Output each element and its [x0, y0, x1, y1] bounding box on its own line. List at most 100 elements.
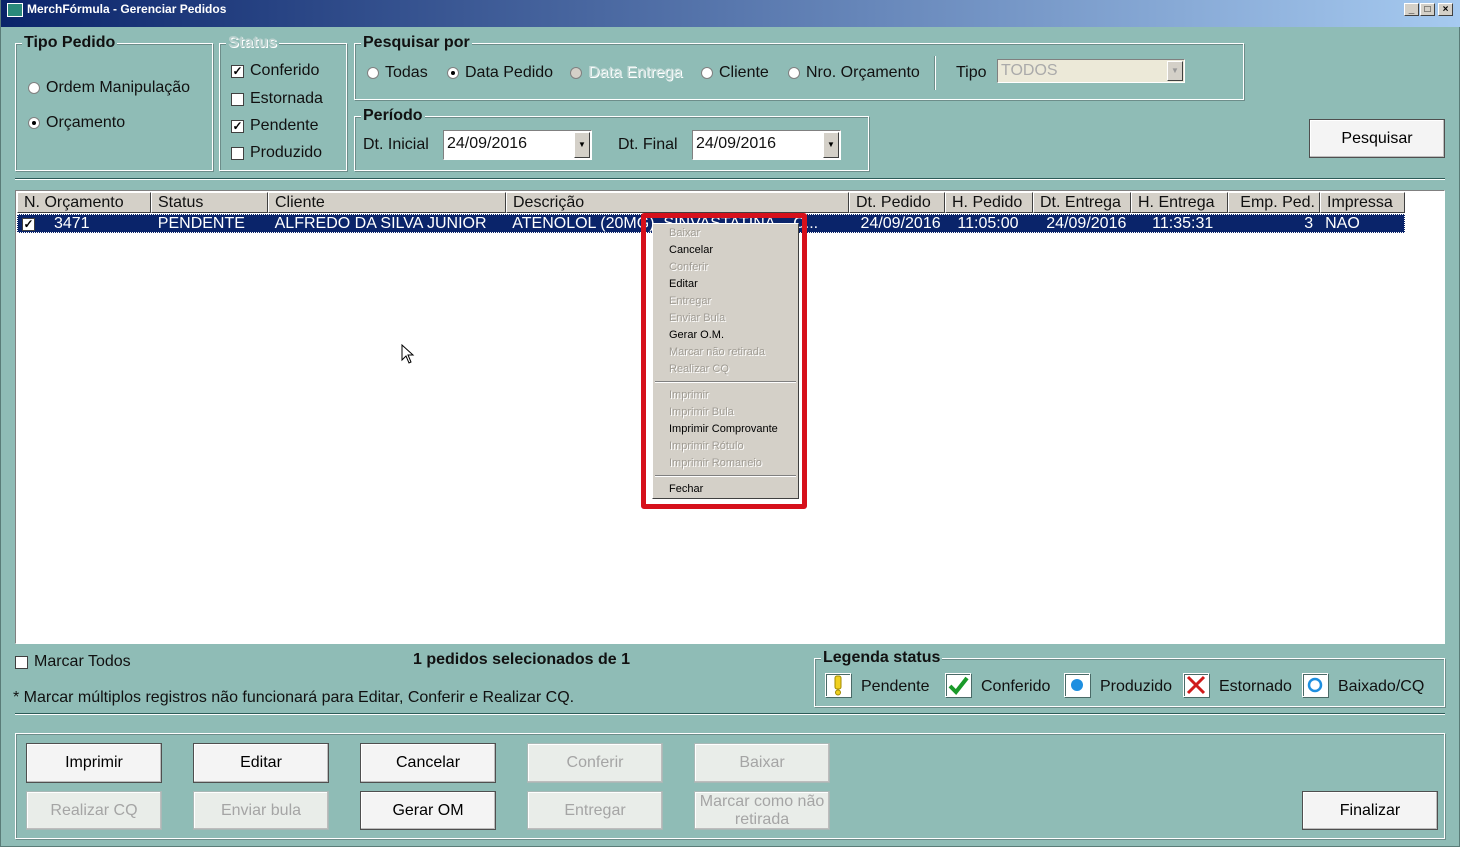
entregar-button[interactable]: Entregar — [527, 791, 663, 830]
mouse-pointer-icon — [401, 344, 415, 364]
minimize-button[interactable]: _ — [1404, 3, 1419, 16]
periodo-label: Período — [361, 107, 425, 125]
legenda-status-label: Legenda status — [821, 649, 943, 667]
realizar-cq-button[interactable]: Realizar CQ — [26, 791, 162, 830]
chevron-down-icon[interactable]: ▼ — [574, 132, 590, 158]
column-header[interactable]: H. Pedido — [945, 192, 1033, 213]
checkbox-icon — [231, 146, 244, 160]
legend-label: Produzido — [1100, 678, 1173, 695]
radio-button-icon — [28, 82, 40, 94]
close-button[interactable]: × — [1438, 3, 1453, 16]
dt-inicial-input[interactable]: 24/09/2016 ▼ — [443, 130, 592, 160]
radio-button-icon — [701, 67, 713, 79]
checkbox-pendente[interactable]: ✓ Pendente — [231, 117, 319, 135]
selected-count: 1 pedidos selecionados de 1 — [413, 651, 630, 668]
column-header[interactable]: Emp. Ped. — [1228, 192, 1320, 213]
pesquisar-por-group: Pesquisar por Todas Data Pedido Data Ent… — [354, 34, 1244, 100]
cell-cliente: ALFREDO DA SILVA JUNIOR — [274, 215, 487, 232]
blue-ring-icon — [1302, 673, 1328, 697]
exclamation-icon — [825, 673, 851, 697]
chevron-down-icon[interactable]: ▼ — [823, 132, 839, 158]
maximize-button[interactable]: □ — [1420, 3, 1435, 16]
column-header[interactable]: Descrição — [506, 192, 849, 213]
conferir-button[interactable]: Conferir — [527, 743, 663, 783]
legend-label: Pendente — [861, 678, 930, 695]
checkbox-estornada[interactable]: Estornada — [231, 90, 323, 108]
radio-orcamento[interactable]: Orçamento — [28, 114, 125, 132]
radio-data-entrega[interactable]: Data Entrega — [570, 64, 682, 82]
checkbox-icon[interactable]: ✓ — [22, 218, 35, 231]
column-header[interactable]: H. Entrega — [1131, 192, 1228, 213]
pesquisar-por-label: Pesquisar por — [361, 34, 472, 52]
baixar-button[interactable]: Baixar — [694, 743, 830, 783]
column-header[interactable]: N. Orçamento — [17, 192, 151, 213]
column-header[interactable]: Dt. Pedido — [849, 192, 945, 213]
checkbox-icon: ✓ — [231, 118, 244, 133]
blue-dot-icon — [1064, 673, 1090, 697]
legend-label: Baixado/CQ — [1338, 678, 1425, 695]
cancelar-button[interactable]: Cancelar — [360, 743, 496, 783]
grid-header: N. Orçamento Status Cliente Descrição Dt… — [17, 192, 1405, 213]
column-header[interactable]: Status — [151, 192, 268, 213]
tipo-select[interactable]: TODOS ▼ — [997, 59, 1185, 83]
radio-todas[interactable]: Todas — [367, 64, 428, 82]
legend-label: Estornado — [1219, 678, 1292, 695]
cell-dt-pedido: 24/09/2016 — [860, 215, 941, 232]
radio-cliente[interactable]: Cliente — [701, 64, 769, 82]
dt-inicial-label: Dt. Inicial — [363, 136, 429, 153]
radio-button-icon — [570, 67, 582, 79]
window-title: MerchFórmula - Gerenciar Pedidos — [27, 2, 227, 16]
row-checkbox-cell[interactable]: ✓ — [18, 215, 54, 232]
enviar-bula-button[interactable]: Enviar bula — [193, 791, 329, 830]
legend-label: Conferido — [981, 678, 1051, 695]
radio-button-icon — [447, 67, 459, 79]
imprimir-button[interactable]: Imprimir — [26, 743, 162, 783]
cell-h-pedido: 11:05:00 — [957, 215, 1019, 232]
cell-h-entrega: 11:35:31 — [1152, 215, 1214, 232]
legenda-status-group: Legenda status Pendente Conferido Produz… — [814, 649, 1445, 707]
cell-status: PENDENTE — [157, 215, 245, 232]
actions-panel: Imprimir Editar Cancelar Conferir Baixar… — [15, 733, 1445, 839]
separator-bottom — [15, 713, 1445, 715]
radio-button-icon — [367, 67, 379, 79]
title-bar[interactable]: MerchFórmula - Gerenciar Pedidos _ □ × — [1, 0, 1460, 27]
red-x-icon — [1183, 673, 1209, 697]
radio-button-icon — [28, 117, 40, 129]
column-header[interactable]: Dt. Entrega — [1033, 192, 1131, 213]
chevron-down-icon[interactable]: ▼ — [1167, 61, 1183, 81]
tipo-pedido-group: Tipo Pedido Ordem Manipulação Orçamento — [15, 34, 213, 171]
tipo-pedido-label: Tipo Pedido — [22, 34, 118, 52]
checkbox-icon — [15, 655, 28, 669]
radio-data-pedido[interactable]: Data Pedido — [447, 64, 553, 82]
radio-button-icon — [788, 67, 800, 79]
column-header[interactable]: Impressa — [1320, 192, 1405, 213]
editar-button[interactable]: Editar — [193, 743, 329, 783]
checkbox-icon: ✓ — [231, 63, 244, 78]
context-menu-highlight-box — [641, 213, 807, 509]
pesquisar-button[interactable]: Pesquisar — [1309, 119, 1445, 158]
marcar-todos-checkbox[interactable]: Marcar Todos — [15, 653, 131, 671]
dt-final-input[interactable]: 24/09/2016 ▼ — [692, 130, 841, 160]
tipo-label: Tipo — [956, 64, 987, 81]
checkmark-icon — [945, 673, 971, 697]
periodo-group: Período Dt. Inicial 24/09/2016 ▼ Dt. Fin… — [354, 107, 869, 171]
cell-numero: 3471 — [53, 215, 90, 232]
main-window: MerchFórmula - Gerenciar Pedidos _ □ × T… — [0, 0, 1460, 847]
note-text: * Marcar múltiplos registros não funcion… — [13, 689, 575, 706]
app-icon — [7, 3, 23, 17]
radio-nro-orcamento[interactable]: Nro. Orçamento — [788, 64, 920, 82]
column-header[interactable]: Cliente — [268, 192, 506, 213]
checkbox-conferido[interactable]: ✓ Conferido — [231, 62, 319, 80]
separator-top — [15, 178, 1445, 180]
status-label: Status — [226, 34, 279, 52]
finalizar-button[interactable]: Finalizar — [1302, 791, 1438, 830]
radio-ordem-manipulacao[interactable]: Ordem Manipulação — [28, 79, 190, 97]
cell-emp-ped: 3 — [1304, 215, 1314, 232]
dt-final-label: Dt. Final — [618, 136, 678, 153]
status-group: Status ✓ Conferido Estornada ✓ Pendente … — [219, 34, 347, 171]
divider — [935, 56, 936, 90]
checkbox-produzido[interactable]: Produzido — [231, 144, 322, 162]
checkbox-icon — [231, 92, 244, 106]
marcar-nao-retirada-button[interactable]: Marcar como não retirada — [694, 791, 830, 830]
gerar-om-button[interactable]: Gerar OM — [360, 791, 496, 830]
